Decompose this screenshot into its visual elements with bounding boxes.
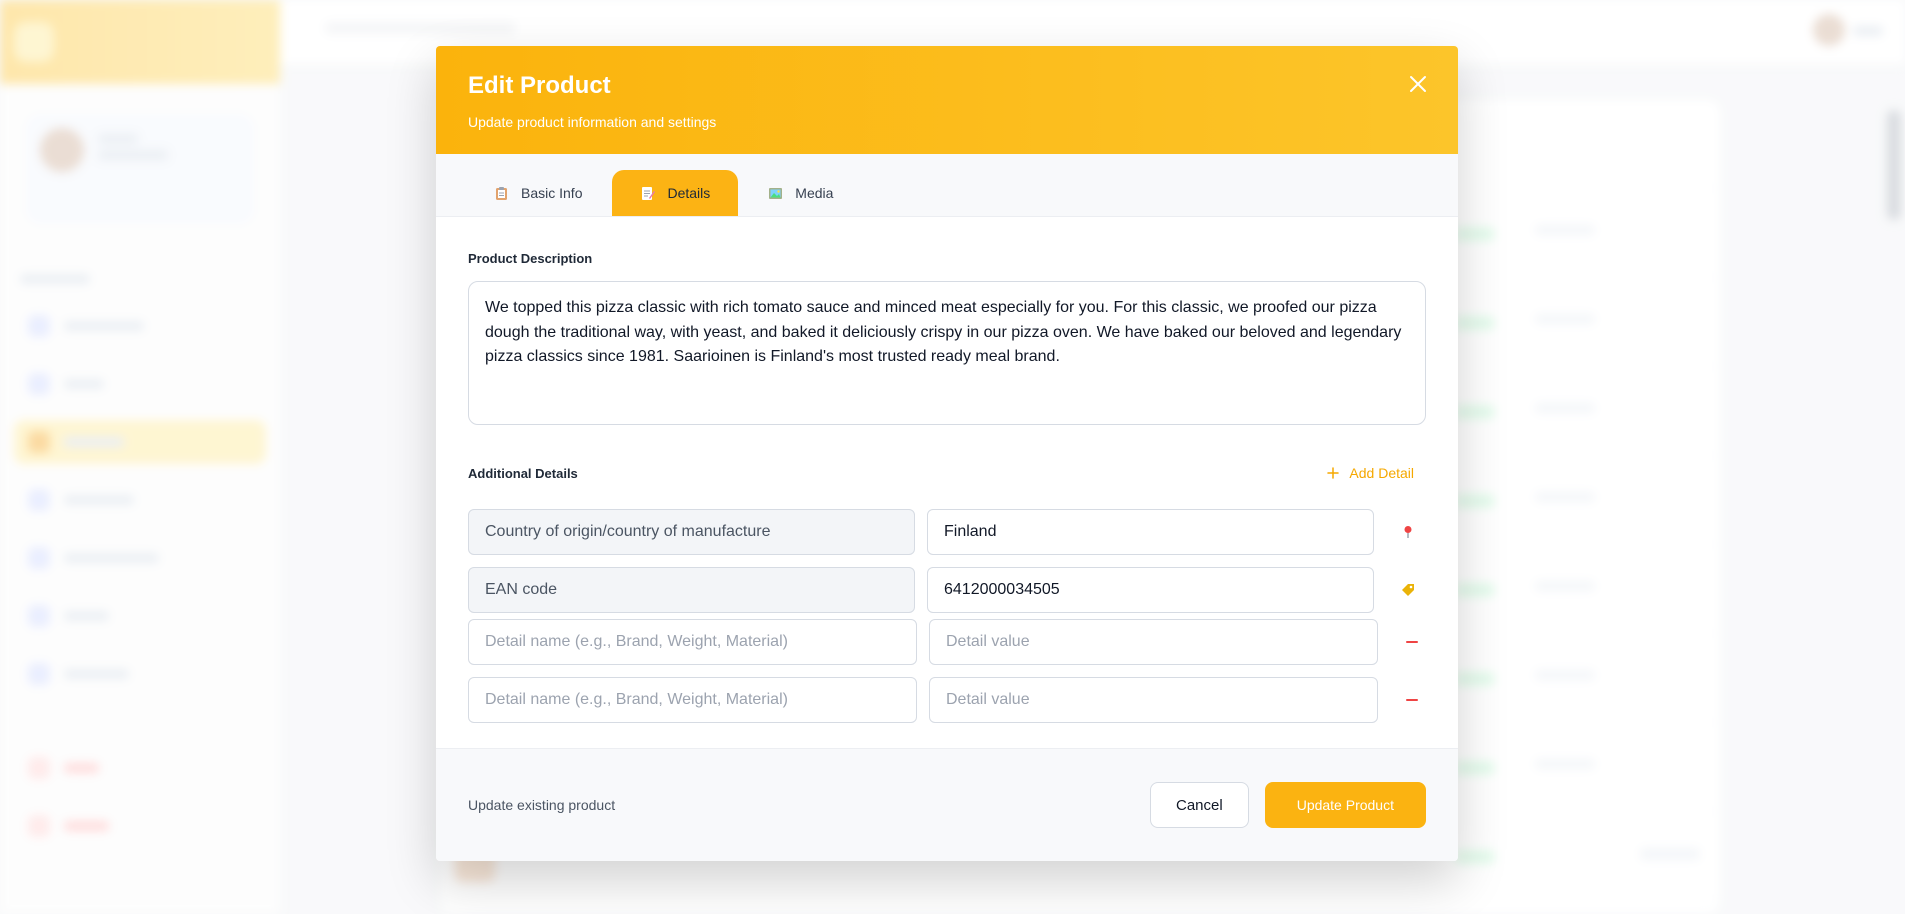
tab-bar: Basic Info Details Media [436,154,1458,217]
add-detail-label: Add Detail [1349,465,1414,481]
product-description-textarea[interactable]: We topped this pizza classic with rich t… [468,281,1426,425]
detail-row-empty: Detail name (e.g., Brand, Weight, Materi… [468,677,1426,723]
minus-icon [1406,641,1418,643]
detail-name-field[interactable]: Country of origin/country of manufacture [468,509,915,555]
modal-subtitle: Update product information and settings [468,114,717,130]
detail-name-input[interactable]: Detail name (e.g., Brand, Weight, Materi… [468,677,917,723]
detail-value-field[interactable]: Finland [927,509,1374,555]
detail-name-input[interactable]: Detail name (e.g., Brand, Weight, Materi… [468,619,917,665]
memo-icon [640,186,656,201]
product-description-label: Product Description [468,251,593,266]
remove-detail-button[interactable] [1402,632,1422,652]
tab-label: Details [667,185,711,201]
plus-icon [1327,467,1340,479]
update-product-button[interactable]: Update Product [1264,782,1426,828]
detail-name-field[interactable]: EAN code [468,567,915,613]
edit-product-modal: Edit Product Update product information … [436,46,1458,861]
picture-icon [768,186,783,201]
tag-icon [1402,584,1414,596]
detail-row-empty: Detail name (e.g., Brand, Weight, Materi… [468,619,1426,665]
detail-value-input[interactable]: Detail value [929,619,1378,665]
modal-header: Edit Product Update product information … [436,46,1458,154]
tab-details[interactable]: Details [612,170,739,216]
footer-buttons: Cancel Update Product [1150,782,1426,828]
tab-label: Basic Info [521,185,583,201]
detail-row: Country of origin/country of manufacture… [468,503,1426,561]
additional-details-label: Additional Details [468,465,578,481]
tag-button[interactable] [1398,580,1418,600]
tab-label: Media [795,185,834,201]
tab-media[interactable]: Media [740,170,861,216]
cancel-button[interactable]: Cancel [1150,782,1249,828]
additional-details-header: Additional Details Add Detail [468,465,1426,481]
close-icon [1410,76,1426,92]
detail-value-field[interactable]: 6412000034505 [927,567,1374,613]
clipboard-icon [494,186,509,201]
remove-detail-button[interactable] [1402,690,1422,710]
detail-value-input[interactable]: Detail value [929,677,1378,723]
details-panel: Product Description We topped this pizza… [436,217,1458,723]
detail-row: EAN code 6412000034505 [468,561,1426,619]
footer-note: Update existing product [468,797,616,813]
modal-title: Edit Product [468,72,611,99]
details-list: Country of origin/country of manufacture… [468,503,1426,723]
modal-footer: Update existing product Cancel Update Pr… [436,748,1458,861]
minus-icon [1406,699,1418,701]
add-detail-button[interactable]: Add Detail [1327,465,1414,481]
tab-basic-info[interactable]: Basic Info [466,170,610,216]
close-button[interactable] [1404,70,1432,98]
pin-icon [1404,526,1412,538]
pin-button[interactable] [1398,522,1418,542]
